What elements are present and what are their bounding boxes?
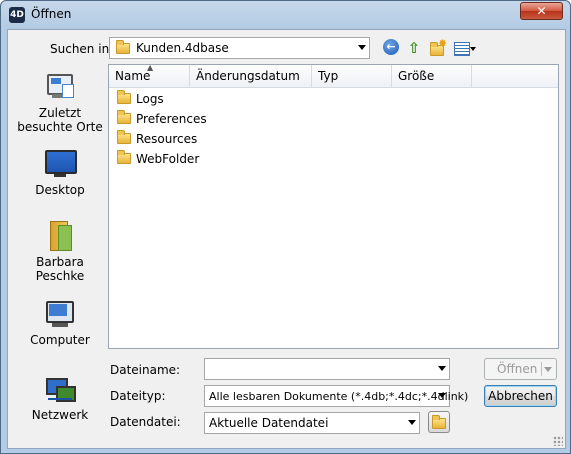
filetype-value: Alle lesbaren Dokumente (*.4db;*.4dc;*.4… [209, 390, 469, 403]
back-button[interactable]: ← [383, 39, 401, 57]
chevron-down-icon [358, 45, 366, 50]
file-name: Logs [136, 92, 164, 106]
recent-places-icon [44, 72, 76, 102]
close-button[interactable]: ✕ [520, 2, 563, 20]
desktop-icon [44, 149, 77, 179]
column-header-size[interactable]: Größe [392, 65, 472, 87]
place-label: Netzwerk [31, 408, 89, 422]
up-folder-button[interactable]: ⇧ [405, 39, 423, 57]
open-button-label: Öffnen [497, 362, 538, 376]
filetype-select[interactable]: Alle lesbaren Dokumente (*.4db;*.4dc;*.4… [204, 385, 468, 407]
cancel-button[interactable]: Abbrechen [484, 385, 557, 407]
look-in-label: Suchen in: [50, 42, 114, 56]
folder-icon [117, 130, 131, 144]
network-icon [44, 374, 76, 404]
place-recent[interactable]: Zuletzt besuchte Orte [14, 72, 106, 134]
split-separator [541, 362, 542, 376]
chevron-down-icon [408, 420, 416, 425]
place-network[interactable]: Netzwerk [14, 374, 106, 422]
browse-datafile-button[interactable] [428, 411, 450, 433]
title-bar[interactable]: 4D Öffnen ✕ [1, 1, 570, 29]
place-label: Barbara Peschke [35, 255, 85, 283]
sort-ascending-icon: ▲ [147, 64, 154, 72]
look-in-combobox[interactable]: Kunden.4dbase [109, 37, 370, 59]
open-dialog: 4D Öffnen ✕ Suchen in: Kunden.4dbase ← ⇧… [0, 0, 571, 454]
column-header-row: ▲ Name Änderungsdatum Typ Größe [109, 65, 558, 88]
column-header-name[interactable]: ▲ Name [109, 65, 190, 87]
list-item[interactable]: Preferences [117, 109, 207, 129]
datafile-select[interactable]: Aktuelle Datendatei [204, 412, 420, 434]
look-in-value: Kunden.4dbase [136, 41, 229, 55]
up-folder-icon: ⇧ [407, 39, 421, 57]
file-name: Resources [136, 132, 198, 146]
places-bar: Zuletzt besuchte Orte Desktop Barbara Pe… [14, 64, 106, 440]
folder-icon [117, 90, 131, 104]
chevron-down-icon [544, 367, 552, 372]
app-4d-icon: 4D [9, 7, 25, 23]
window-title: Öffnen [31, 7, 72, 21]
place-computer[interactable]: Computer [14, 299, 106, 347]
file-name: WebFolder [136, 152, 200, 166]
chevron-down-icon [438, 366, 446, 371]
file-name: Preferences [136, 112, 207, 126]
list-item[interactable]: WebFolder [117, 149, 199, 169]
folder-icon [117, 150, 131, 164]
column-header-date[interactable]: Änderungsdatum [190, 65, 312, 87]
list-item[interactable]: Logs [117, 89, 164, 109]
folder-icon [116, 40, 130, 54]
column-label: Name [115, 69, 151, 83]
file-list[interactable]: ▲ Name Änderungsdatum Typ Größe Logs Pre… [108, 64, 559, 349]
place-user[interactable]: Barbara Peschke [14, 221, 106, 283]
new-folder-button[interactable]: ✸ [428, 37, 448, 57]
column-label: Änderungsdatum [196, 69, 300, 83]
chevron-down-icon [438, 393, 446, 398]
column-label: Typ [318, 69, 339, 83]
sparkle-icon: ✸ [438, 37, 448, 50]
dialog-client-area: Suchen in: Kunden.4dbase ← ⇧ ✸ Zuletzt b… [7, 29, 566, 449]
datafile-value: Aktuelle Datendatei [209, 416, 329, 430]
place-label: Computer [30, 333, 90, 347]
filetype-label: Dateityp: [110, 389, 166, 403]
folder-icon [117, 110, 131, 124]
place-label: Zuletzt besuchte Orte [17, 106, 103, 134]
back-icon: ← [383, 39, 399, 55]
filename-input[interactable] [204, 358, 450, 380]
open-folder-icon [432, 415, 446, 429]
list-item[interactable]: Resources [117, 129, 197, 149]
open-button[interactable]: Öffnen [484, 358, 557, 380]
place-desktop[interactable]: Desktop [14, 149, 106, 197]
datafile-label: Datendatei: [110, 415, 181, 429]
filename-label: Dateiname: [110, 363, 181, 377]
computer-icon [44, 299, 76, 329]
view-menu-button[interactable] [453, 39, 476, 57]
view-menu-icon [454, 42, 470, 56]
chevron-down-icon [470, 47, 476, 51]
place-label: Desktop [35, 183, 85, 197]
resize-grip[interactable] [553, 436, 563, 446]
column-header-type[interactable]: Typ [312, 65, 392, 87]
column-label: Größe [398, 69, 435, 83]
user-folder-icon [44, 221, 76, 251]
